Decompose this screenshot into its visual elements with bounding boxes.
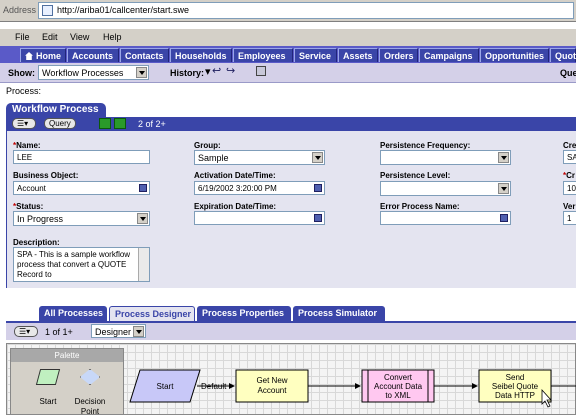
tab-process-designer[interactable]: Process Designer xyxy=(109,306,195,321)
calendar-icon[interactable] xyxy=(314,184,322,192)
designer-toolbar: ☰▾ 1 of 1+ Designer xyxy=(6,321,576,340)
tab-accounts[interactable]: Accounts xyxy=(67,48,119,62)
chevron-down-icon xyxy=(498,152,509,163)
activation-label: Activation Date/Time: xyxy=(194,171,276,180)
tab-quotes[interactable]: Quot xyxy=(550,48,576,62)
workflow-diagram[interactable]: Start Default Get New Account Convert Acco… xyxy=(126,361,576,415)
print-icon[interactable] xyxy=(256,66,266,76)
created-by-label: Cre xyxy=(563,141,576,150)
tab-service[interactable]: Service xyxy=(294,48,337,62)
screen-tabs: Home Accounts Contacts Households Employ… xyxy=(0,46,576,63)
persistence-level-select[interactable] xyxy=(380,181,511,196)
show-label: Show: xyxy=(8,68,35,78)
business-object-label: Business Object: xyxy=(13,171,79,180)
tab-all-processes[interactable]: All Processes xyxy=(39,306,107,321)
address-bar: Address http://ariba01/callcenter/start.… xyxy=(0,0,576,22)
tab-process-properties[interactable]: Process Properties xyxy=(197,306,291,321)
applet-menu-button[interactable]: ☰▾ xyxy=(12,118,36,129)
tab-orders[interactable]: Orders xyxy=(379,48,418,62)
error-process-field[interactable] xyxy=(380,211,511,225)
chevron-down-icon xyxy=(136,67,147,78)
history-label: History: xyxy=(170,68,205,78)
chevron-down-icon xyxy=(498,183,509,194)
forward-arrow-icon[interactable]: ↪ xyxy=(226,64,235,77)
tab-households[interactable]: Households xyxy=(170,48,232,62)
tab-contacts[interactable]: Contacts xyxy=(120,48,169,62)
activation-field[interactable]: 6/19/2002 3:20:00 PM xyxy=(194,181,325,195)
view-select[interactable]: Designer xyxy=(91,324,146,338)
menu-bar: File Edit View Help xyxy=(0,29,576,46)
expiration-field[interactable] xyxy=(194,211,325,225)
tab-campaigns[interactable]: Campaigns xyxy=(419,48,479,62)
palette-decision-label: Decision Point xyxy=(74,397,106,416)
persistence-level-label: Persistence Level: xyxy=(380,171,451,180)
address-label: Address xyxy=(3,5,37,15)
query-button[interactable]: Query xyxy=(44,118,76,129)
name-field[interactable]: LEE xyxy=(13,150,150,164)
status-label: *Status: xyxy=(13,202,44,211)
description-scrollbar[interactable] xyxy=(138,248,149,281)
back-arrow-icon[interactable]: ↩ xyxy=(212,64,221,77)
home-icon xyxy=(25,52,33,60)
tab-employees[interactable]: Employees xyxy=(233,48,293,62)
name-label: *Name: xyxy=(13,141,41,150)
record-count: 2 of 2+ xyxy=(138,119,166,129)
applet-menu-button[interactable]: ☰▾ xyxy=(14,326,38,337)
chevron-down-icon xyxy=(312,152,323,163)
page-icon xyxy=(42,5,53,16)
form-title: Workflow Process xyxy=(6,103,106,117)
tab-assets[interactable]: Assets xyxy=(338,48,378,62)
status-select[interactable]: In Progress xyxy=(13,211,150,226)
palette-title: Palette xyxy=(11,349,123,362)
business-object-field[interactable]: Account xyxy=(13,181,150,195)
calendar-icon[interactable] xyxy=(314,214,322,222)
tab-opportunities[interactable]: Opportunities xyxy=(480,48,549,62)
group-select[interactable]: Sample xyxy=(194,150,325,165)
get-new-account-label: Get New Account xyxy=(256,376,287,395)
version-label: Ver xyxy=(563,202,576,211)
show-select[interactable]: Workflow Processes xyxy=(38,65,149,80)
next-record-icon[interactable] xyxy=(114,118,126,129)
show-bar: Show: Workflow Processes History: ▾ ↩ ↪ … xyxy=(0,63,576,83)
chevron-down-icon xyxy=(137,213,148,224)
address-url[interactable]: http://ariba01/callcenter/start.swe xyxy=(57,5,189,15)
view-tabs: All Processes Process Designer Process P… xyxy=(0,306,576,321)
created-field[interactable]: 10/ xyxy=(563,181,576,195)
history-dropdown-icon[interactable]: ▾ xyxy=(205,65,211,78)
previous-record-icon[interactable] xyxy=(99,118,111,129)
start-node-label: Start xyxy=(157,382,175,391)
form-body: *Name: LEE Business Object: Account *Sta… xyxy=(6,131,576,288)
palette-start-label: Start xyxy=(39,397,57,406)
form-toolbar: ☰▾ Query 2 of 2+ xyxy=(6,117,576,131)
spacer xyxy=(0,22,576,29)
process-breadcrumb: Process: xyxy=(6,86,42,96)
menu-edit[interactable]: Edit xyxy=(42,32,58,42)
description-field[interactable]: SPA - This is a sample workflow process … xyxy=(13,247,150,282)
persistence-frequency-select[interactable] xyxy=(380,150,511,165)
expiration-label: Expiration Date/Time: xyxy=(194,202,277,211)
tab-home[interactable]: Home xyxy=(20,48,66,62)
menu-view[interactable]: View xyxy=(70,32,89,42)
group-label: Group: xyxy=(194,141,221,150)
queue-label: Que xyxy=(560,68,576,78)
menu-help[interactable]: Help xyxy=(103,32,122,42)
edge-default-label: Default xyxy=(201,382,227,391)
created-by-field[interactable]: SA xyxy=(563,150,576,164)
created-label: *Cr xyxy=(563,171,576,180)
tab-process-simulator[interactable]: Process Simulator xyxy=(293,306,385,321)
chevron-down-icon xyxy=(133,326,144,337)
error-process-label: Error Process Name: xyxy=(380,202,460,211)
pick-icon[interactable] xyxy=(500,214,508,222)
menu-file[interactable]: File xyxy=(15,32,30,42)
designer-record-count: 1 of 1+ xyxy=(45,327,73,337)
version-field[interactable]: 1 xyxy=(563,211,576,225)
pick-icon[interactable] xyxy=(139,184,147,192)
description-label: Description: xyxy=(13,238,60,247)
persistence-frequency-label: Persistence Frequency: xyxy=(380,141,471,150)
start-shape-icon[interactable] xyxy=(35,369,61,385)
